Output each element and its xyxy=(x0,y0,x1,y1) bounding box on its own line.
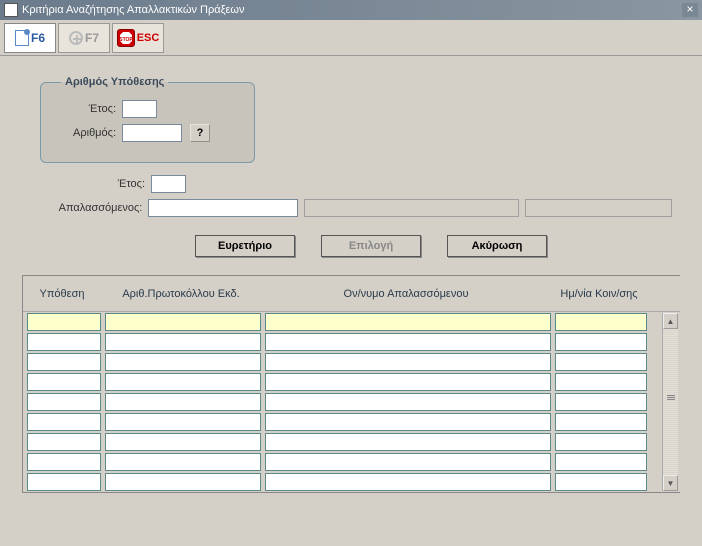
table-cell[interactable] xyxy=(27,413,101,431)
table-cell[interactable] xyxy=(105,453,261,471)
help-button[interactable]: ? xyxy=(190,124,210,142)
table-cell[interactable] xyxy=(555,373,647,391)
table-cell[interactable] xyxy=(265,313,551,331)
outer-year-input[interactable] xyxy=(151,175,186,193)
table-cell[interactable] xyxy=(27,453,101,471)
table-cell[interactable] xyxy=(265,473,551,491)
header-protocol: Αριθ.Πρωτοκόλλου Εκδ. xyxy=(101,284,261,304)
scroll-track[interactable] xyxy=(663,329,678,475)
table-cell[interactable] xyxy=(105,313,261,331)
case-year-label: Έτος: xyxy=(61,103,116,115)
table-row[interactable] xyxy=(23,452,662,472)
table-cell[interactable] xyxy=(27,313,101,331)
directory-button[interactable]: Ευρετήριο xyxy=(195,235,295,257)
window-title: Κριτήρια Αναζήτησης Απαλλακτικών Πράξεων xyxy=(22,4,682,16)
table-cell[interactable] xyxy=(265,393,551,411)
new-doc-icon xyxy=(15,30,29,46)
table-cell[interactable] xyxy=(265,353,551,371)
table-cell[interactable] xyxy=(265,333,551,351)
toolbar-f6-button[interactable]: F6 xyxy=(4,23,56,53)
table-cell[interactable] xyxy=(105,413,261,431)
table-row[interactable] xyxy=(23,372,662,392)
case-number-group: Αριθμός Υπόθεσης Έτος: Αριθμός: ? xyxy=(40,76,255,163)
table-cell[interactable] xyxy=(555,453,647,471)
toolbar-f7-button[interactable]: F7 xyxy=(58,23,110,53)
apall-extra-display xyxy=(525,199,672,217)
header-date: Ημ/νία Κοιν/σης xyxy=(551,284,647,304)
table-cell[interactable] xyxy=(265,373,551,391)
action-buttons: Ευρετήριο Επιλογή Ακύρωση xyxy=(70,235,672,257)
table-cell[interactable] xyxy=(555,433,647,451)
toolbar-esc-button[interactable]: STOP ESC xyxy=(112,23,164,53)
table-cell[interactable] xyxy=(27,353,101,371)
table-cell[interactable] xyxy=(27,333,101,351)
select-button[interactable]: Επιλογή xyxy=(321,235,421,257)
svg-text:STOP: STOP xyxy=(119,37,133,43)
table-cell[interactable] xyxy=(555,393,647,411)
table-cell[interactable] xyxy=(27,373,101,391)
grid-rows xyxy=(23,312,662,492)
table-cell[interactable] xyxy=(555,333,647,351)
table-row[interactable] xyxy=(23,312,662,332)
scroll-up-button[interactable]: ▲ xyxy=(663,313,678,329)
table-row[interactable] xyxy=(23,332,662,352)
header-name: Ον/νυμο Απαλασσόμενου xyxy=(261,284,551,304)
case-group-legend: Αριθμός Υπόθεσης xyxy=(61,76,168,88)
scroll-grip[interactable] xyxy=(664,387,677,407)
table-cell[interactable] xyxy=(105,333,261,351)
table-cell[interactable] xyxy=(27,393,101,411)
table-cell[interactable] xyxy=(555,473,647,491)
grid-header: Υπόθεση Αριθ.Πρωτοκόλλου Εκδ. Ον/νυμο Απ… xyxy=(23,276,680,312)
form-body: Αριθμός Υπόθεσης Έτος: Αριθμός: ? Έτος: … xyxy=(0,56,702,503)
table-cell[interactable] xyxy=(265,413,551,431)
table-cell[interactable] xyxy=(105,473,261,491)
table-row[interactable] xyxy=(23,392,662,412)
table-row[interactable] xyxy=(23,432,662,452)
toolbar: F6 F7 STOP ESC xyxy=(0,20,702,56)
table-cell[interactable] xyxy=(555,313,647,331)
cancel-button[interactable]: Ακύρωση xyxy=(447,235,547,257)
table-cell[interactable] xyxy=(105,393,261,411)
vertical-scrollbar[interactable]: ▲ ▼ xyxy=(662,313,678,491)
f7-label: F7 xyxy=(85,31,99,45)
table-cell[interactable] xyxy=(555,413,647,431)
table-row[interactable] xyxy=(23,472,662,492)
table-cell[interactable] xyxy=(105,433,261,451)
apall-input[interactable] xyxy=(148,199,298,217)
app-icon xyxy=(4,3,18,17)
table-cell[interactable] xyxy=(265,433,551,451)
apall-name-display xyxy=(304,199,519,217)
results-grid: Υπόθεση Αριθ.Πρωτοκόλλου Εκδ. Ον/νυμο Απ… xyxy=(22,275,680,493)
table-row[interactable] xyxy=(23,352,662,372)
table-cell[interactable] xyxy=(27,433,101,451)
case-year-input[interactable] xyxy=(122,100,157,118)
f6-label: F6 xyxy=(31,31,45,45)
outer-year-label: Έτος: xyxy=(30,178,145,190)
close-button[interactable]: × xyxy=(682,3,698,17)
table-cell[interactable] xyxy=(27,473,101,491)
table-cell[interactable] xyxy=(105,353,261,371)
header-scroll-spacer xyxy=(647,290,667,298)
stop-icon: STOP xyxy=(117,29,135,47)
header-case: Υπόθεση xyxy=(23,284,101,304)
table-cell[interactable] xyxy=(555,353,647,371)
search-fields: Έτος: Απαλασσόμενος: xyxy=(30,175,672,217)
esc-label: ESC xyxy=(137,32,160,44)
apall-label: Απαλασσόμενος: xyxy=(30,202,142,214)
title-bar: Κριτήρια Αναζήτησης Απαλλακτικών Πράξεων… xyxy=(0,0,702,20)
case-number-label: Αριθμός: xyxy=(61,127,116,139)
plus-circle-icon xyxy=(69,31,83,45)
case-number-input[interactable] xyxy=(122,124,182,142)
table-cell[interactable] xyxy=(105,373,261,391)
table-row[interactable] xyxy=(23,412,662,432)
scroll-down-button[interactable]: ▼ xyxy=(663,475,678,491)
table-cell[interactable] xyxy=(265,453,551,471)
